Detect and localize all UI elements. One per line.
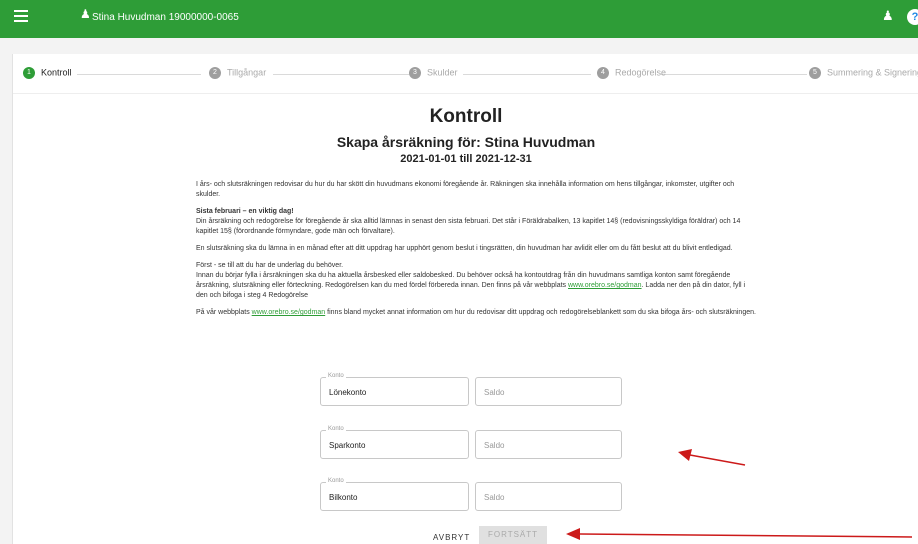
step-summering[interactable]: 5 Summering & Signering — [809, 67, 918, 79]
preparation-paragraph: Först - se till att du har de underlag d… — [196, 261, 756, 301]
godman-link[interactable]: www.orebro.se/godman — [568, 282, 642, 289]
top-app-bar: ♟ Stina Huvudman 19000000-0065 ♟ ? — [0, 0, 918, 38]
account-field-3[interactable]: Konto Bilkonto — [320, 478, 469, 511]
menu-icon[interactable] — [14, 10, 28, 22]
saldo-placeholder: Saldo — [484, 388, 505, 397]
field-label: Konto — [326, 373, 346, 379]
deadline-text: Din årsräkning och redogörelse för föreg… — [196, 218, 741, 235]
cancel-button[interactable]: AVBRYT — [433, 533, 470, 542]
step-tillgangar[interactable]: 2 Tillgångar — [209, 67, 266, 79]
page-subtitle: Skapa årsräkning för: Stina Huvudman — [336, 134, 596, 150]
help-icon[interactable]: ? — [907, 9, 918, 25]
godman-link[interactable]: www.orebro.se/godman — [252, 309, 326, 316]
stepper: 1 Kontroll 2 Tillgångar 3 Skulder 4 Redogöre… — [13, 54, 918, 94]
intro-paragraph: I års- och slutsräkningen redovisar du h… — [196, 181, 735, 198]
saldo-placeholder: Saldo — [484, 493, 505, 502]
website-paragraph: På vår webbplats www.orebro.se/godman fi… — [196, 308, 756, 318]
step-label: Tillgångar — [227, 67, 267, 78]
saldo-field-3[interactable]: Saldo — [475, 482, 622, 511]
step-label: Summering & Signering — [827, 67, 918, 78]
saldo-field-1[interactable]: Saldo — [475, 377, 622, 406]
field-label: Konto — [326, 426, 346, 432]
main-panel: 1 Kontroll 2 Tillgångar 3 Skulder 4 Redogöre… — [12, 54, 918, 544]
user-name: Stina Huvudman 19000000-0065 — [92, 12, 239, 23]
step-redogorelse[interactable]: 4 Redogörelse — [597, 67, 666, 79]
step-skulder[interactable]: 3 Skulder — [409, 67, 458, 79]
period-range: 2021-01-01 till 2021-12-31 — [400, 153, 532, 165]
step-label: Skulder — [427, 67, 458, 78]
deadline-heading: Sista februari – en viktig dag! — [196, 208, 294, 215]
step-number: 3 — [409, 67, 421, 79]
saldo-field-2[interactable]: Saldo — [475, 430, 622, 459]
user-icon: ♟ — [80, 7, 91, 21]
page-title: Kontroll — [429, 106, 503, 127]
step-number: 5 — [809, 67, 821, 79]
person-icon[interactable]: ♟ — [882, 8, 894, 24]
step-kontroll[interactable]: 1 Kontroll — [23, 67, 72, 79]
step-number: 4 — [597, 67, 609, 79]
step-number: 1 — [23, 67, 35, 79]
preparation-heading: Först - se till att du har de underlag d… — [196, 262, 344, 269]
instructions: I års- och slutsräkningen redovisar du h… — [196, 180, 756, 325]
continue-button[interactable]: FORTSÄTT — [479, 526, 547, 544]
step-number: 2 — [209, 67, 221, 79]
account-name: Bilkonto — [329, 493, 358, 502]
step-label: Kontroll — [41, 67, 72, 78]
saldo-placeholder: Saldo — [484, 441, 505, 450]
website-text-tail: finns bland mycket annat information om … — [327, 309, 756, 316]
account-name: Sparkonto — [329, 441, 366, 450]
step-label: Redogörelse — [615, 67, 667, 78]
field-label: Konto — [326, 478, 346, 484]
final-account-paragraph: En slutsräkning ska du lämna in en månad… — [196, 245, 733, 252]
account-field-1[interactable]: Konto Lönekonto — [320, 373, 469, 406]
website-text-start: På vår webbplats — [196, 309, 250, 316]
deadline-paragraph: Sista februari – en viktig dag! Din årsr… — [196, 207, 756, 237]
account-name: Lönekonto — [329, 388, 367, 397]
account-field-2[interactable]: Konto Sparkonto — [320, 426, 469, 459]
